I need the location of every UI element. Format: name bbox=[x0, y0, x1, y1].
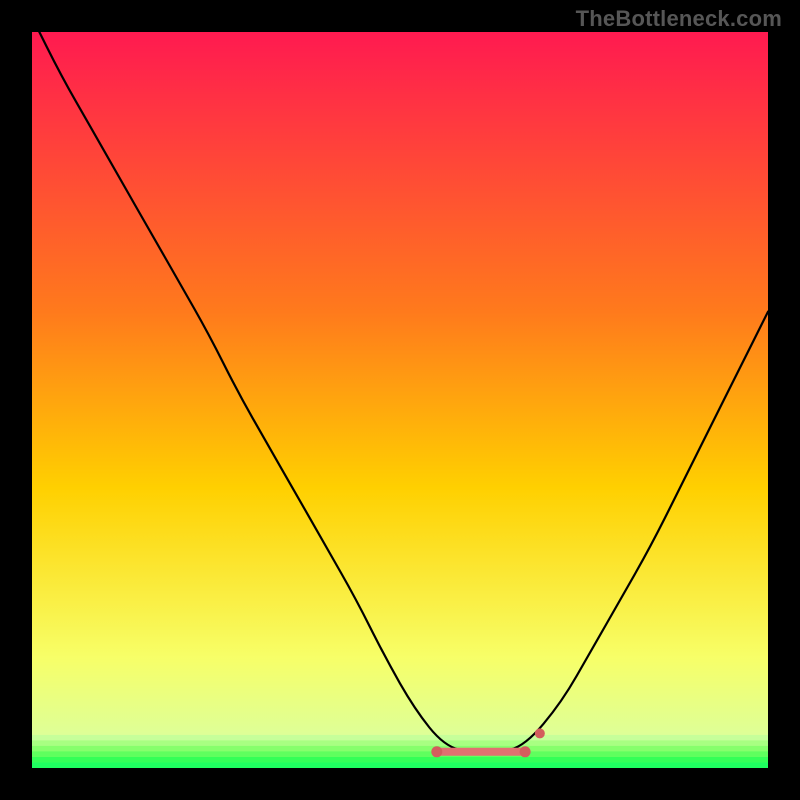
green-stripe bbox=[32, 735, 768, 741]
green-stripe bbox=[32, 763, 768, 769]
bottom-stripes bbox=[32, 735, 768, 768]
watermark-text: TheBottleneck.com bbox=[576, 6, 782, 32]
chart-frame: TheBottleneck.com bbox=[0, 0, 800, 800]
gradient-backdrop bbox=[32, 32, 768, 768]
green-stripe bbox=[32, 751, 768, 757]
green-stripe bbox=[32, 740, 768, 746]
accent-dot bbox=[535, 728, 545, 738]
accent-dot bbox=[520, 746, 531, 757]
accent-dot bbox=[431, 746, 442, 757]
green-stripe bbox=[32, 746, 768, 752]
plot-area bbox=[32, 32, 768, 768]
green-stripe bbox=[32, 757, 768, 763]
bottleneck-curve-chart bbox=[32, 32, 768, 768]
